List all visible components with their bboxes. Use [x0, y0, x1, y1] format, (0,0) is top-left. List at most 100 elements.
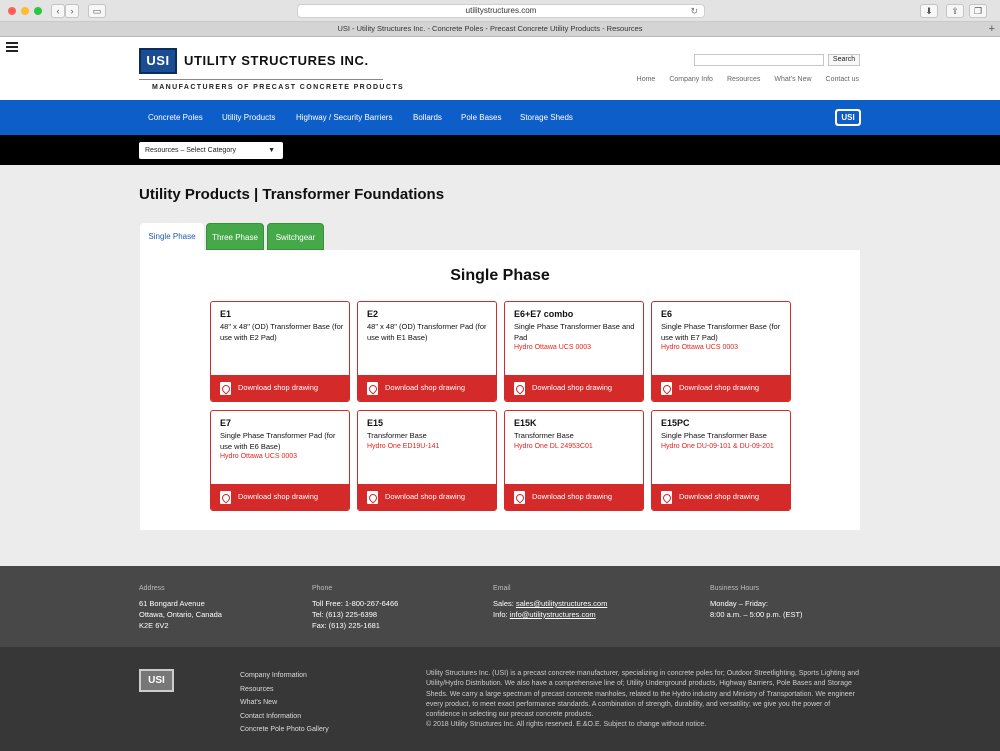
download-label: Download shop drawing — [385, 383, 466, 392]
resources-bar: Resources – Select Category ▼ — [0, 135, 1000, 165]
top-link-whats-new[interactable]: What's New — [774, 76, 811, 83]
url-text: utilitystructures.com — [465, 6, 537, 15]
top-links: Home Company Info Resources What's New C… — [637, 76, 859, 83]
download-label: Download shop drawing — [238, 492, 319, 501]
company-name[interactable]: UTILITY STRUCTURES INC. — [184, 53, 369, 68]
top-link-home[interactable]: Home — [637, 76, 656, 83]
browser-tab-title[interactable]: USI - Utility Structures Inc. - Concrete… — [0, 24, 980, 33]
address-label: Address — [139, 585, 165, 592]
menu-icon[interactable] — [6, 42, 18, 54]
footer-address: Address 61 Bongard Avenue Ottawa, Ontari… — [139, 583, 222, 631]
download-label: Download shop drawing — [238, 383, 319, 392]
address-line: K2E 6V2 — [139, 621, 169, 630]
download-shop-drawing-button[interactable]: Download shop drawing — [505, 484, 643, 510]
minimize-window-button[interactable] — [21, 7, 29, 15]
download-label: Download shop drawing — [679, 383, 760, 392]
product-code: E15PC — [661, 418, 690, 428]
product-description: Transformer Base Hydro One ED19U-141 — [367, 431, 491, 452]
close-window-button[interactable] — [8, 7, 16, 15]
tab-single-phase[interactable]: Single Phase — [140, 223, 204, 250]
sidebar-toggle-icon[interactable]: ▭ — [88, 4, 106, 18]
email-label: Email — [493, 585, 511, 592]
search-input[interactable] — [694, 54, 824, 66]
product-description: Single Phase Transformer Pad (for use wi… — [220, 431, 344, 463]
new-tab-button[interactable]: + — [989, 22, 995, 36]
download-shop-drawing-button[interactable]: Download shop drawing — [211, 375, 349, 401]
phone-toll-free[interactable]: Toll Free: 1-800-267-6466 — [312, 598, 398, 609]
address-bar[interactable]: utilitystructures.com ↻ — [297, 4, 705, 18]
pdf-icon — [367, 382, 378, 395]
tab-three-phase[interactable]: Three Phase — [206, 223, 264, 250]
nav-usi-logo[interactable]: USI — [835, 109, 861, 126]
usi-logo[interactable]: USI — [139, 48, 177, 74]
product-description: Single Phase Transformer Base and Pad Hyd… — [514, 322, 638, 354]
footer-links: Company Information Resources What's New… — [240, 669, 329, 737]
phone-label: Phone — [312, 585, 333, 592]
product-code: E2 — [367, 309, 379, 319]
footer-link-whats-new[interactable]: What's New — [240, 696, 329, 710]
top-link-contact-us[interactable]: Contact us — [826, 76, 859, 83]
product-card: E2 48" x 48" (OD) Transformer Pad (for u… — [357, 301, 497, 402]
company-tagline: MANUFACTURERS OF PRECAST CONCRETE PRODUC… — [152, 84, 405, 91]
product-reference: Hydro Ottawa UCS 0003 — [661, 344, 739, 351]
email-info-link[interactable]: info@utilitystructures.com — [510, 610, 596, 619]
zoom-window-button[interactable] — [34, 7, 42, 15]
footer-usi-logo[interactable]: USI — [139, 669, 174, 692]
product-reference: Hydro One DU-09-101 & DU-09-201 — [661, 442, 774, 450]
chevron-down-icon: ▼ — [268, 147, 275, 154]
tab-panel: Single Phase E1 48" x 48" (OD) Transform… — [140, 250, 860, 530]
nav-concrete-poles[interactable]: Concrete Poles — [148, 113, 203, 122]
product-card: E7 Single Phase Transformer Pad (for use… — [210, 410, 350, 511]
footer-link-photo-gallery[interactable]: Concrete Pole Photo Gallery — [240, 723, 329, 737]
nav-highway-security-barriers[interactable]: Highway / Security Barriers — [296, 113, 392, 122]
email-sales-link[interactable]: sales@utilitystructures.com — [516, 599, 607, 608]
download-label: Download shop drawing — [532, 383, 613, 392]
pdf-icon — [220, 382, 231, 395]
download-shop-drawing-button[interactable]: Download shop drawing — [211, 484, 349, 510]
nav-storage-sheds[interactable]: Storage Sheds — [520, 113, 573, 122]
reload-icon[interactable]: ↻ — [690, 5, 698, 17]
download-shop-drawing-button[interactable]: Download shop drawing — [358, 484, 496, 510]
footer-about-text: Utility Structures Inc. (USI) is a preca… — [426, 670, 860, 719]
address-line: 61 Bongard Avenue — [139, 599, 205, 608]
product-code: E15 — [367, 418, 384, 428]
nav-bollards[interactable]: Bollards — [413, 113, 442, 122]
product-code: E1 — [220, 309, 232, 319]
product-reference: Hydro One DL 24953C01 — [514, 442, 593, 450]
back-button[interactable]: ‹ — [51, 4, 65, 18]
pdf-icon — [514, 382, 525, 395]
top-link-resources[interactable]: Resources — [727, 76, 760, 83]
top-link-company-info[interactable]: Company Info — [669, 76, 713, 83]
footer-link-company-information[interactable]: Company Information — [240, 669, 329, 683]
nav-pole-bases[interactable]: Pole Bases — [461, 113, 501, 122]
product-description: 48" x 48" (OD) Transformer Base (for use… — [220, 322, 344, 342]
search-button[interactable]: Search — [828, 54, 860, 66]
forward-button[interactable]: › — [65, 4, 79, 18]
download-shop-drawing-button[interactable]: Download shop drawing — [652, 375, 790, 401]
phone-fax: Fax: (613) 225-1681 — [312, 621, 380, 630]
pdf-icon — [514, 491, 525, 504]
share-icon[interactable]: ⇪ — [946, 4, 964, 18]
phone-tel[interactable]: Tel: (613) 225-6398 — [312, 609, 398, 620]
footer-contact: Address 61 Bongard Avenue Ottawa, Ontari… — [0, 566, 1000, 647]
nav-utility-products[interactable]: Utility Products — [222, 113, 275, 122]
product-card: E15PC Single Phase Transformer Base Hydro… — [651, 410, 791, 511]
download-shop-drawing-button[interactable]: Download shop drawing — [652, 484, 790, 510]
product-card: E15K Transformer Base Hydro One DL 24953C… — [504, 410, 644, 511]
tab-switchgear[interactable]: Switchgear — [267, 223, 324, 250]
resources-category-select[interactable]: Resources – Select Category ▼ — [139, 142, 283, 159]
download-label: Download shop drawing — [532, 492, 613, 501]
email-sales-prefix: Sales: — [493, 599, 516, 608]
download-shop-drawing-button[interactable]: Download shop drawing — [358, 375, 496, 401]
hours-line: Monday – Friday: — [710, 599, 768, 608]
footer-link-resources[interactable]: Resources — [240, 683, 329, 697]
download-shop-drawing-button[interactable]: Download shop drawing — [505, 375, 643, 401]
pdf-icon — [220, 491, 231, 504]
footer-copyright: © 2018 Utility Structures Inc. All right… — [426, 721, 707, 728]
downloads-icon[interactable]: ⬇ — [920, 4, 938, 18]
site-header: USI UTILITY STRUCTURES INC. MANUFACTURER… — [0, 37, 1000, 100]
logo-divider — [139, 79, 383, 80]
footer-link-contact-information[interactable]: Contact Information — [240, 710, 329, 724]
main-nav: Concrete Poles Utility Products Highway … — [0, 100, 1000, 135]
tabs-overview-icon[interactable]: ❐ — [969, 4, 987, 18]
